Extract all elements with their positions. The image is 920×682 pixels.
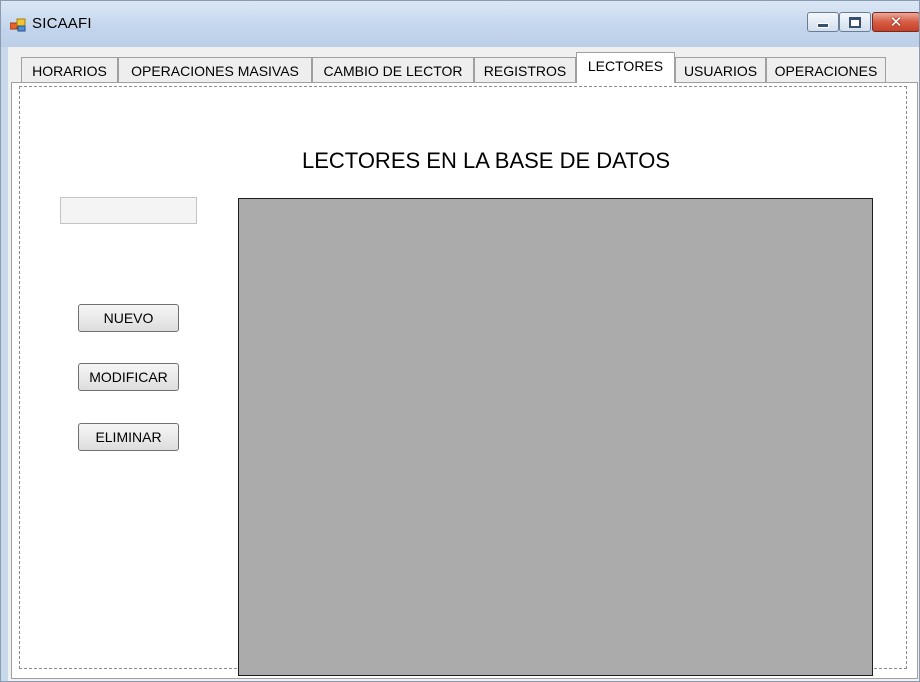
title-bar[interactable]: SICAAFI ✕ [1, 1, 919, 47]
minimize-icon [817, 22, 829, 28]
minimize-button[interactable] [807, 12, 839, 32]
close-button[interactable]: ✕ [872, 12, 919, 32]
tab-registros[interactable]: REGISTROS [474, 57, 576, 83]
tab-cambio-de-lector[interactable]: CAMBIO DE LECTOR [312, 57, 474, 83]
tab-lectores[interactable]: LECTORES [576, 52, 675, 83]
maximize-icon [849, 16, 861, 28]
close-icon: ✕ [889, 13, 903, 31]
window-client-area: HORARIOS OPERACIONES MASIVAS CAMBIO DE L… [8, 47, 919, 681]
maximize-button[interactable] [839, 12, 871, 32]
tab-horarios[interactable]: HORARIOS [21, 57, 118, 83]
eliminar-button[interactable]: ELIMINAR [78, 423, 179, 451]
window-title: SICAAFI [32, 15, 92, 32]
tab-operaciones[interactable]: OPERACIONES [766, 57, 886, 83]
tab-operaciones-masivas[interactable]: OPERACIONES MASIVAS [118, 57, 312, 83]
lector-input[interactable] [60, 197, 197, 224]
tab-panel-lectores: LECTORES EN LA BASE DE DATOS NUEVO MODIF… [11, 82, 918, 679]
modificar-button[interactable]: MODIFICAR [78, 363, 179, 391]
nuevo-button[interactable]: NUEVO [78, 304, 179, 332]
app-window: SICAAFI ✕ HORARIOS OPERACIONES MASIVAS C… [0, 0, 920, 682]
app-window-icon [10, 18, 26, 32]
tab-strip: HORARIOS OPERACIONES MASIVAS CAMBIO DE L… [8, 47, 919, 83]
page-title: LECTORES EN LA BASE DE DATOS [301, 148, 671, 173]
lectores-data-grid[interactable] [238, 198, 873, 676]
tab-usuarios[interactable]: USUARIOS [675, 57, 766, 83]
